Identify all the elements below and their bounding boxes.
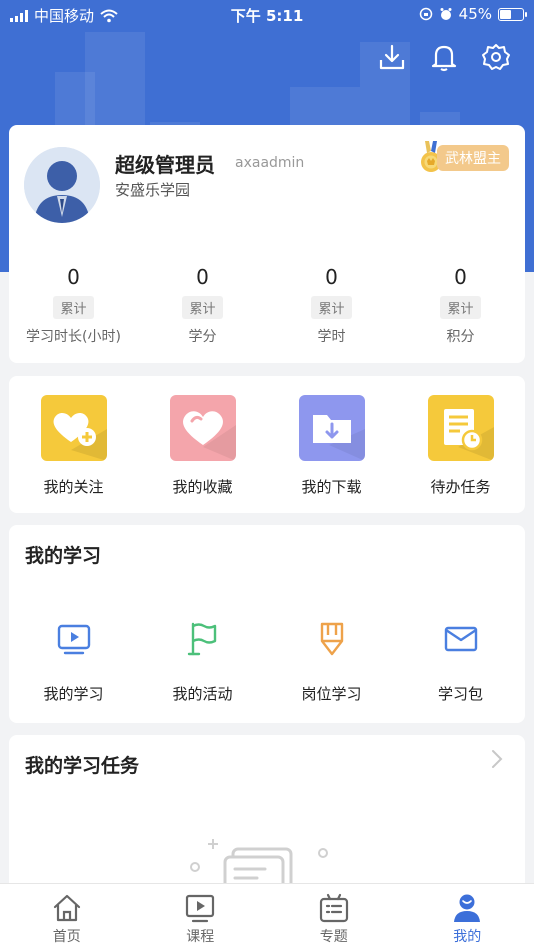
quick-actions-card: 我的关注 我的收藏 我的下载 待办任务 bbox=[9, 376, 525, 513]
tab-mine[interactable]: 我的 bbox=[401, 884, 534, 950]
stat-label: 学时 bbox=[317, 329, 346, 345]
stat-credits[interactable]: 0 累计 学分 bbox=[138, 265, 267, 346]
tab-label: 专题 bbox=[319, 929, 348, 945]
download-button[interactable] bbox=[376, 40, 408, 74]
stat-points[interactable]: 0 累计 积分 bbox=[396, 265, 525, 346]
my-activities-button[interactable]: 我的活动 bbox=[138, 621, 267, 704]
header-actions bbox=[376, 40, 512, 74]
pen-nib-icon bbox=[312, 621, 352, 657]
notification-button[interactable] bbox=[428, 40, 460, 74]
stat-tag: 累计 bbox=[53, 296, 94, 319]
section-title: 我的学习任务 bbox=[25, 755, 140, 777]
stat-tag: 累计 bbox=[311, 296, 352, 319]
tab-label: 课程 bbox=[186, 929, 215, 945]
rank-badge: 武林盟主 bbox=[437, 145, 509, 171]
todo-tasks-button[interactable]: 待办任务 bbox=[396, 376, 525, 513]
heart-icon bbox=[169, 395, 236, 461]
stat-value: 0 bbox=[67, 265, 80, 289]
user-icon bbox=[401, 892, 534, 924]
lock-rotation-icon bbox=[419, 7, 432, 21]
stat-study-hours[interactable]: 0 累计 学习时长(小时) bbox=[9, 265, 138, 346]
tab-topics[interactable]: 专题 bbox=[267, 884, 401, 950]
status-bar: 中国移动 下午 5:11 45% bbox=[0, 0, 534, 28]
my-favorites-button[interactable]: 我的收藏 bbox=[138, 376, 267, 513]
stat-value: 0 bbox=[454, 265, 467, 289]
stat-tag: 累计 bbox=[182, 296, 223, 319]
quick-action-label: 我的关注 bbox=[43, 478, 104, 496]
video-screen-icon bbox=[54, 621, 94, 657]
school-name: 安盛乐学园 bbox=[115, 181, 191, 199]
task-doc-icon bbox=[427, 395, 494, 461]
job-learning-button[interactable]: 岗位学习 bbox=[267, 621, 396, 704]
learning-item-label: 岗位学习 bbox=[301, 685, 362, 703]
download-icon bbox=[379, 44, 405, 70]
stat-label: 学习时长(小时) bbox=[26, 329, 121, 345]
my-follows-button[interactable]: 我的关注 bbox=[9, 376, 138, 513]
tab-label: 首页 bbox=[52, 929, 81, 945]
stat-tag: 累计 bbox=[440, 296, 481, 319]
stat-value: 0 bbox=[196, 265, 209, 289]
tab-label: 我的 bbox=[453, 929, 482, 945]
quick-action-label: 待办任务 bbox=[430, 478, 491, 496]
learning-items: 我的学习 我的活动 岗位学习 学习包 bbox=[9, 621, 525, 704]
learning-package-button[interactable]: 学习包 bbox=[396, 621, 525, 704]
user-name: 超级管理员 bbox=[115, 153, 215, 177]
gear-icon bbox=[482, 44, 510, 70]
envelope-icon bbox=[441, 621, 481, 657]
quick-action-label: 我的收藏 bbox=[172, 478, 233, 496]
learning-item-label: 我的活动 bbox=[172, 685, 233, 703]
learning-item-label: 我的学习 bbox=[43, 685, 104, 703]
download-folder-icon bbox=[298, 395, 365, 461]
topic-icon bbox=[267, 892, 401, 924]
stats-row: 0 累计 学习时长(小时) 0 累计 学分 0 累计 学时 0 累计 积分 bbox=[9, 265, 525, 346]
learning-item-label: 学习包 bbox=[437, 685, 483, 703]
play-screen-icon bbox=[134, 892, 268, 924]
battery-percent: 45% bbox=[458, 5, 492, 23]
my-learning-card: 我的学习 我的学习 我的活动 岗位学习 学习包 bbox=[9, 525, 525, 723]
stat-class-hours[interactable]: 0 累计 学时 bbox=[267, 265, 396, 346]
bell-icon bbox=[431, 45, 457, 72]
stat-label: 积分 bbox=[446, 329, 475, 345]
stat-label: 学分 bbox=[188, 329, 217, 345]
tab-home[interactable]: 首页 bbox=[0, 884, 134, 950]
user-id: axaadmin bbox=[235, 155, 305, 171]
home-icon bbox=[0, 892, 134, 924]
stat-value: 0 bbox=[325, 265, 338, 289]
my-downloads-button[interactable]: 我的下载 bbox=[267, 376, 396, 513]
quick-action-label: 我的下载 bbox=[301, 478, 362, 496]
chevron-right-icon[interactable] bbox=[491, 749, 503, 769]
section-title: 我的学习 bbox=[25, 545, 102, 567]
tab-courses[interactable]: 课程 bbox=[134, 884, 268, 950]
alarm-icon bbox=[440, 8, 452, 20]
settings-button[interactable] bbox=[480, 40, 512, 74]
battery-icon bbox=[498, 7, 527, 21]
profile-card: 超级管理员 axaadmin 安盛乐学园 武林盟主 0 累计 学习时长(小时) … bbox=[9, 125, 525, 363]
heart-plus-icon bbox=[40, 395, 107, 461]
my-study-button[interactable]: 我的学习 bbox=[9, 621, 138, 704]
avatar[interactable] bbox=[24, 147, 100, 223]
flag-icon bbox=[183, 621, 223, 657]
empty-state-icon bbox=[190, 839, 328, 891]
bottom-tab-bar: 首页 课程 专题 我的 bbox=[0, 883, 534, 950]
